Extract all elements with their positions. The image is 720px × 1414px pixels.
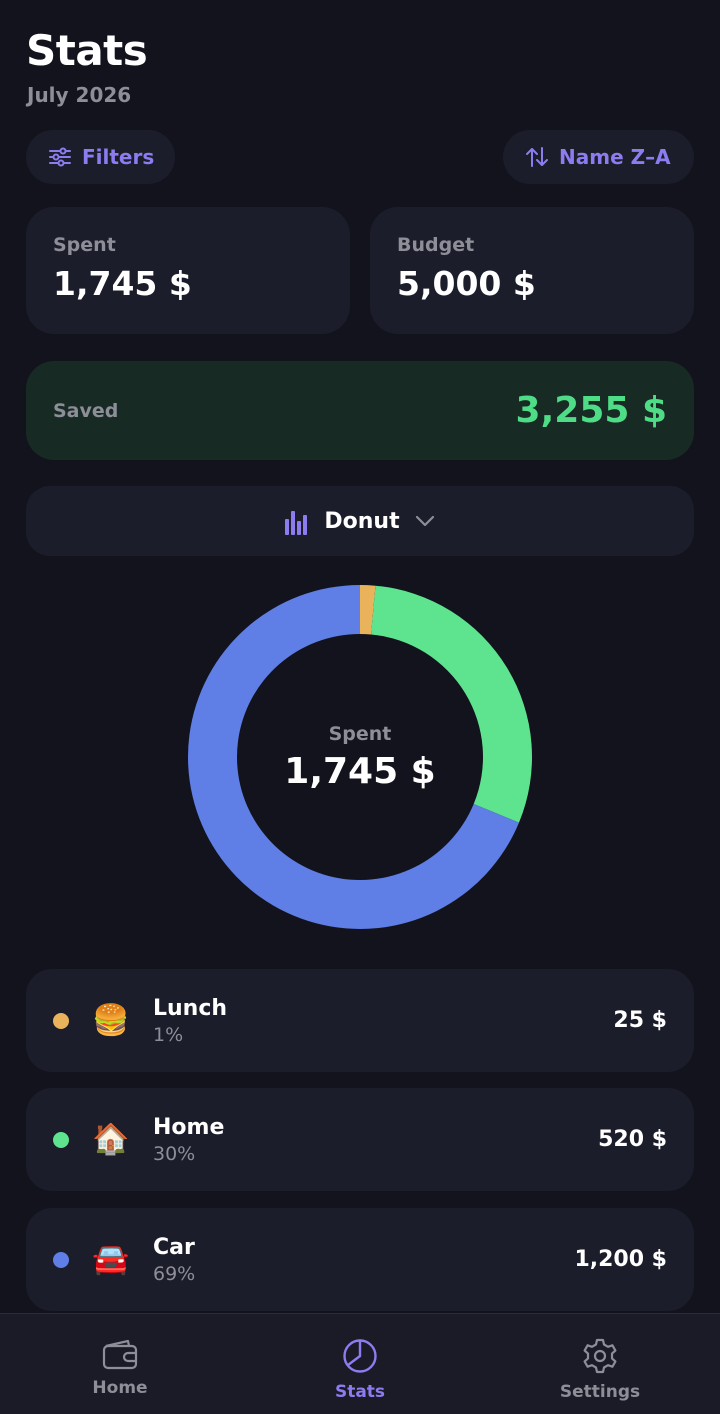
category-amount: 1,200 $	[574, 1247, 667, 1272]
page-title: Stats	[26, 26, 148, 75]
tab-settings[interactable]: Settings	[480, 1314, 720, 1414]
filters-label: Filters	[82, 145, 155, 169]
wallet-icon	[102, 1339, 138, 1370]
filters-button[interactable]: Filters	[26, 130, 175, 184]
chart-type-selector[interactable]: Donut	[26, 486, 694, 556]
spent-label: Spent	[53, 234, 116, 256]
category-row-car[interactable]: 🚘 Car 69% 1,200 $	[26, 1208, 694, 1311]
sort-label: Name Z–A	[559, 145, 671, 169]
category-amount: 25 $	[613, 1008, 667, 1033]
tab-home[interactable]: Home	[0, 1314, 240, 1414]
category-color-dot	[53, 1131, 69, 1148]
bottom-tab-bar: Home Stats Settings	[0, 1313, 720, 1414]
category-color-dot	[53, 1012, 69, 1029]
chevron-down-icon	[415, 515, 434, 527]
sort-button[interactable]: Name Z–A	[503, 130, 694, 184]
category-percent: 1%	[153, 1023, 184, 1046]
spent-value: 1,745 $	[53, 264, 192, 303]
spent-card: Spent 1,745 $	[26, 207, 350, 334]
chart-type-label: Donut	[324, 508, 400, 534]
saved-value: 3,255 $	[515, 390, 667, 431]
pie-chart-icon	[343, 1339, 377, 1373]
sort-arrows-icon	[526, 147, 548, 167]
budget-value: 5,000 $	[397, 264, 536, 303]
category-percent: 69%	[153, 1262, 196, 1285]
budget-card[interactable]: Budget 5,000 $	[370, 207, 694, 334]
sliders-icon	[49, 147, 71, 167]
tab-label: Home	[92, 1378, 148, 1398]
bar-chart-icon	[285, 511, 308, 535]
category-name: Car	[153, 1234, 195, 1260]
category-row-home[interactable]: 🏠 Home 30% 520 $	[26, 1088, 694, 1191]
category-percent: 30%	[153, 1142, 196, 1165]
category-amount: 520 $	[598, 1127, 667, 1152]
saved-label: Saved	[53, 399, 119, 422]
donut-center-label: Spent	[328, 722, 392, 745]
burger-icon: 🍔	[92, 1003, 130, 1038]
saved-card: Saved 3,255 $	[26, 361, 694, 460]
budget-label: Budget	[397, 234, 475, 256]
category-name: Home	[153, 1114, 225, 1140]
category-name: Lunch	[153, 995, 228, 1021]
category-color-dot	[53, 1251, 69, 1268]
house-icon: 🏠	[92, 1122, 130, 1157]
tab-label: Settings	[559, 1382, 641, 1402]
car-icon: 🚘	[92, 1242, 130, 1277]
month-label: July 2026	[27, 83, 132, 107]
gear-icon	[583, 1338, 617, 1374]
donut-center-value: 1,745 $	[284, 750, 436, 792]
tab-label: Stats	[334, 1382, 386, 1402]
tab-stats[interactable]: Stats	[240, 1314, 480, 1414]
category-row-lunch[interactable]: 🍔 Lunch 1% 25 $	[26, 969, 694, 1072]
donut-chart: Spent 1,745 $	[180, 577, 540, 937]
